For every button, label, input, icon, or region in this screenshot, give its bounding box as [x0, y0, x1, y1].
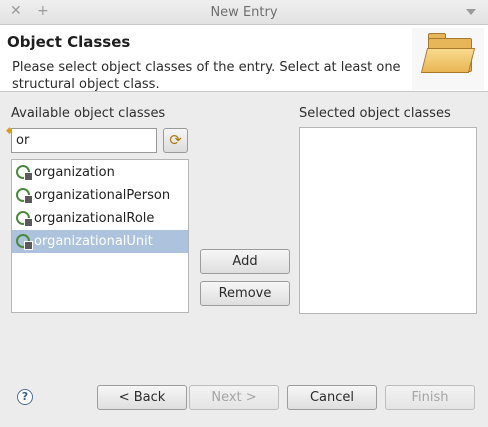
filter-input[interactable] [11, 128, 157, 153]
objectclass-icon [16, 188, 33, 204]
objectclass-icon [16, 165, 33, 181]
refresh-button[interactable]: ⟳ [163, 128, 188, 153]
window-title: New Entry [210, 5, 278, 20]
selected-classes-label: Selected object classes [299, 106, 451, 121]
list-item-selected[interactable]: organizationalUnit [12, 230, 188, 253]
next-button[interactable]: Next > [189, 385, 279, 410]
page-title: Object Classes [7, 33, 131, 51]
objectclass-icon [16, 234, 33, 250]
back-button[interactable]: < Back [97, 385, 187, 410]
list-item-label: organizationalUnit [34, 234, 153, 249]
cancel-button[interactable]: Cancel [287, 385, 377, 410]
refresh-icon: ⟳ [169, 131, 182, 149]
list-item-label: organizationalRole [34, 211, 155, 226]
add-button[interactable]: Add [200, 249, 290, 274]
list-item-label: organization [34, 165, 115, 180]
objectclass-icon [16, 211, 33, 227]
folder-icon [412, 28, 484, 90]
available-classes-list[interactable]: organization organizationalPerson organi… [11, 159, 189, 313]
selected-classes-list[interactable] [299, 127, 477, 314]
wizard-header: Object Classes Please select object clas… [0, 25, 488, 92]
help-icon[interactable]: ? [17, 389, 33, 405]
list-item[interactable]: organizationalRole [12, 207, 188, 230]
list-item-label: organizationalPerson [34, 188, 171, 203]
list-item[interactable]: organizationalPerson [12, 184, 188, 207]
window-titlebar: ✕ + New Entry [0, 0, 488, 25]
finish-button[interactable]: Finish [385, 385, 475, 410]
list-item[interactable]: organization [12, 161, 188, 184]
window-menu-icon[interactable] [466, 9, 476, 15]
available-classes-label: Available object classes [11, 106, 166, 121]
page-description: Please select object classes of the entr… [12, 60, 401, 92]
remove-button[interactable]: Remove [200, 281, 290, 306]
